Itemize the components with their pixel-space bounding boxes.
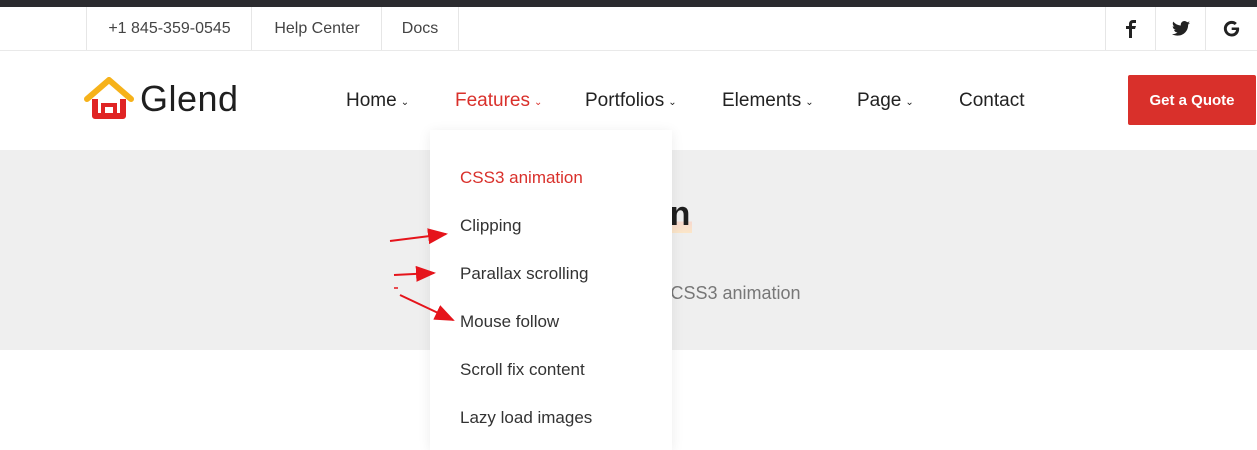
annotation-arrow xyxy=(399,294,455,321)
annotation-arrows xyxy=(389,228,455,321)
annotation-arrow xyxy=(389,228,448,245)
annotation-arrow xyxy=(393,265,436,282)
